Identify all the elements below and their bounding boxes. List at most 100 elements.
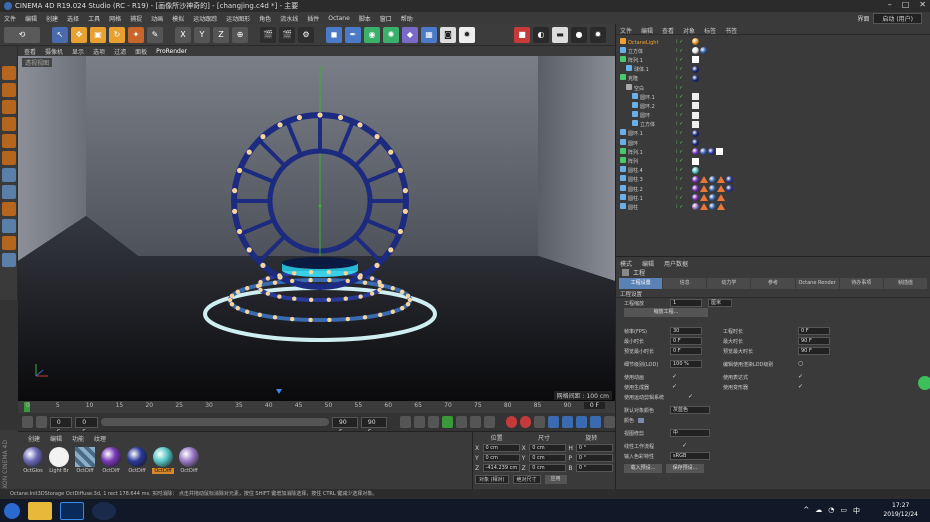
color-swatch[interactable] bbox=[638, 418, 644, 423]
start-icon[interactable] bbox=[4, 502, 20, 519]
viewport-menu-item[interactable]: 摄像机 bbox=[45, 47, 63, 56]
workplane-icon[interactable] bbox=[1, 117, 16, 131]
pen-tool-icon[interactable]: ✎ bbox=[147, 26, 163, 43]
apply-button[interactable]: 应用 bbox=[544, 475, 567, 484]
tray-icon[interactable]: 中 bbox=[853, 506, 860, 516]
position-field[interactable]: -414.239 cm bbox=[482, 464, 520, 472]
visibility-toggle[interactable]: ⁞ ✓ bbox=[676, 176, 692, 182]
material-tag-icon[interactable] bbox=[692, 129, 699, 137]
material-tag-icon[interactable] bbox=[692, 47, 699, 55]
scale-unit-dropdown[interactable]: 厘米 bbox=[708, 299, 732, 307]
record-icon[interactable] bbox=[506, 416, 518, 428]
fps-field[interactable]: 30 bbox=[670, 327, 702, 335]
play-icon[interactable] bbox=[441, 416, 453, 428]
max-time-field[interactable]: 90 F bbox=[798, 337, 830, 345]
spline-pen-icon[interactable]: ✒ bbox=[345, 26, 361, 43]
octane-light-icon[interactable]: ✹ bbox=[590, 26, 606, 43]
floating-action-button[interactable] bbox=[918, 376, 930, 390]
material-swatch[interactable]: OctGlos bbox=[22, 447, 44, 474]
menu-item[interactable]: 动画 bbox=[151, 14, 163, 23]
object-row[interactable]: 圆环 ⁞ ✓ bbox=[620, 138, 926, 147]
cinema4d-app-icon[interactable] bbox=[92, 501, 116, 520]
object-menu-item[interactable]: 编辑 bbox=[641, 26, 653, 35]
menu-item[interactable]: 选择 bbox=[67, 14, 79, 23]
size-field[interactable]: 0 cm bbox=[529, 464, 567, 472]
visibility-toggle[interactable]: ⁞ ✓ bbox=[676, 103, 692, 109]
viewport-menu-item[interactable]: ProRender bbox=[156, 48, 187, 55]
folder-app-icon[interactable] bbox=[28, 501, 52, 520]
input-color-dropdown[interactable]: sRGB bbox=[670, 452, 710, 460]
material-tag-icon[interactable] bbox=[692, 120, 699, 128]
object-menu-item[interactable]: 对象 bbox=[683, 26, 695, 35]
material-tag-icon[interactable] bbox=[709, 194, 716, 202]
param-key-icon[interactable] bbox=[589, 416, 601, 428]
material-swatch[interactable]: OctDiff bbox=[100, 447, 122, 474]
visibility-toggle[interactable]: ⁞ ✓ bbox=[676, 158, 692, 164]
menu-item[interactable]: 运动图形 bbox=[226, 14, 250, 23]
attribute-tab[interactable]: 动力学 bbox=[707, 278, 751, 289]
material-tag-icon[interactable] bbox=[726, 175, 733, 183]
object-row[interactable]: 阵列.1 ⁞ ✓ bbox=[620, 55, 926, 64]
light-icon[interactable]: ✹ bbox=[459, 26, 475, 43]
material-tag-icon[interactable] bbox=[692, 93, 699, 101]
object-row[interactable]: 克隆 ⁞ ✓ bbox=[620, 74, 926, 83]
material-swatch[interactable]: OctDiff bbox=[126, 447, 148, 474]
render-view-icon[interactable]: 🎬 bbox=[279, 26, 295, 43]
visibility-toggle[interactable]: ⁞ ✓ bbox=[676, 167, 692, 173]
object-row[interactable]: 圆环.2 ⁞ ✓ bbox=[620, 101, 926, 110]
material-tag-icon[interactable] bbox=[692, 185, 699, 193]
array-icon[interactable]: ✺ bbox=[383, 26, 399, 43]
menu-item[interactable]: 窗口 bbox=[380, 14, 392, 23]
attribute-tab[interactable]: 待办事项 bbox=[839, 278, 883, 289]
menu-item[interactable]: Octane bbox=[328, 15, 350, 22]
axis-mode-icon[interactable] bbox=[1, 185, 16, 199]
end-frame-field[interactable]: 90 F bbox=[360, 416, 387, 436]
use-animation-checkbox[interactable]: ✓ bbox=[672, 374, 678, 380]
menu-item[interactable]: 编辑 bbox=[25, 14, 37, 23]
deformer-icon[interactable]: ◆ bbox=[402, 26, 418, 43]
material-tag-icon[interactable] bbox=[692, 194, 699, 202]
autokey-icon[interactable] bbox=[520, 416, 532, 428]
axis-y-button[interactable]: Y bbox=[194, 26, 210, 43]
material-tag-icon[interactable] bbox=[692, 38, 699, 46]
use-motion-checkbox[interactable]: ✓ bbox=[688, 394, 694, 400]
object-row[interactable]: 圆柱.1 ⁞ ✓ bbox=[620, 193, 926, 202]
cube-icon[interactable]: ◼ bbox=[326, 26, 342, 43]
object-menu-item[interactable]: 文件 bbox=[620, 26, 632, 35]
octane-sphere-icon[interactable]: ● bbox=[571, 26, 587, 43]
material-tag-icon[interactable] bbox=[700, 47, 707, 55]
maximize-button[interactable]: □ bbox=[902, 0, 910, 9]
floor-icon[interactable]: ▦ bbox=[421, 26, 437, 43]
use-expression-checkbox[interactable]: ✓ bbox=[798, 374, 804, 380]
viewport-menu-item[interactable]: 面板 bbox=[135, 47, 147, 56]
visibility-toggle[interactable]: ⁞ ✓ bbox=[676, 149, 692, 155]
visibility-toggle[interactable]: ⁞ ✓ bbox=[676, 186, 692, 192]
camera-icon[interactable]: ◙ bbox=[440, 26, 456, 43]
coord-mode-dropdown[interactable]: 对象 (相对) bbox=[475, 475, 509, 484]
timeline-settings-icon[interactable] bbox=[603, 416, 615, 428]
object-row[interactable]: 空白 ⁞ ✓ bbox=[620, 83, 926, 92]
scale-key-icon[interactable] bbox=[562, 416, 574, 428]
octane-toggle-icon[interactable]: ▬ bbox=[552, 26, 568, 43]
project-time-field[interactable]: 0 F bbox=[798, 327, 830, 335]
phong-tag-icon[interactable] bbox=[717, 175, 725, 183]
use-deformer-checkbox[interactable]: ✓ bbox=[798, 384, 804, 390]
material-swatch[interactable]: Light Br bbox=[48, 447, 70, 474]
material-tag-icon[interactable] bbox=[716, 148, 723, 156]
material-swatch[interactable]: OctDiff bbox=[74, 447, 96, 474]
menu-item[interactable]: 文件 bbox=[4, 14, 16, 23]
menu-item[interactable]: 运动跟踪 bbox=[193, 14, 217, 23]
visibility-toggle[interactable]: ⁞ ✓ bbox=[676, 112, 692, 118]
move-icon[interactable]: ✥ bbox=[71, 26, 87, 43]
current-frame-field[interactable]: 0 F bbox=[583, 402, 605, 409]
prev-key-icon[interactable] bbox=[414, 416, 425, 428]
rotation-field[interactable]: 0 ° bbox=[575, 464, 614, 472]
min-frame-field[interactable]: 0 F bbox=[75, 416, 98, 436]
render-lod-checkbox[interactable]: ○ bbox=[798, 361, 804, 367]
visibility-toggle[interactable]: ⁞ ✓ bbox=[676, 57, 692, 63]
material-swatch[interactable]: OctDiff bbox=[152, 447, 174, 474]
min-time-field[interactable]: 0 F bbox=[670, 337, 702, 345]
menu-item[interactable]: 脚本 bbox=[359, 14, 371, 23]
object-row[interactable]: 立方体 ⁞ ✓ bbox=[620, 46, 926, 55]
tray-icon[interactable]: ^ bbox=[803, 506, 809, 516]
